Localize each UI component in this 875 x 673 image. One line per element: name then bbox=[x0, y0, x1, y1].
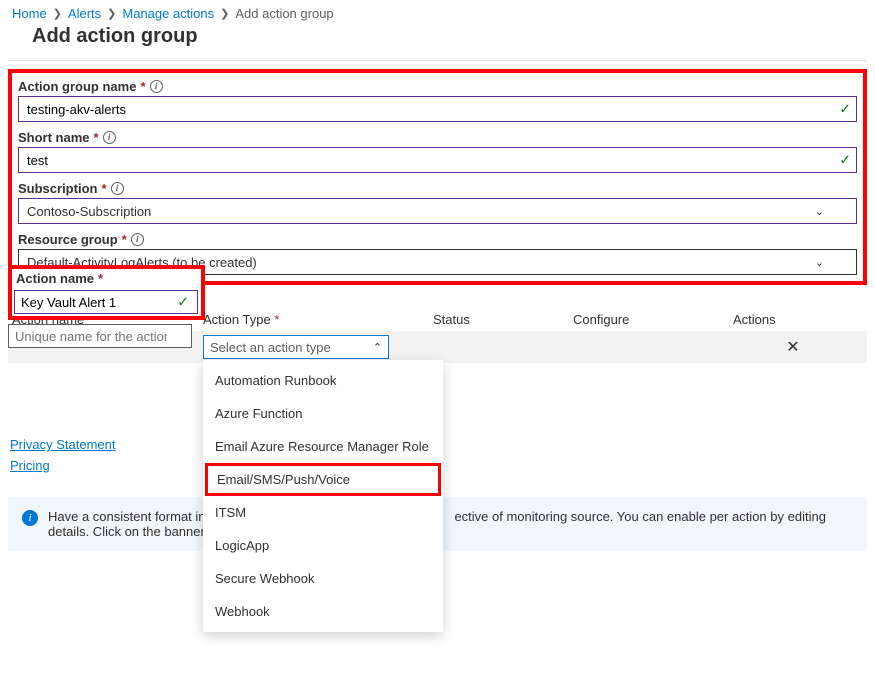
required-asterisk: * bbox=[94, 130, 99, 145]
action-type-dropdown-list: Automation Runbook Azure Function Email … bbox=[203, 360, 443, 632]
col-header-status: Status bbox=[433, 312, 573, 327]
select-action-type-placeholder: Select an action type bbox=[210, 340, 331, 355]
required-asterisk: * bbox=[140, 79, 145, 94]
select-action-type[interactable]: Select an action type ⌃ Automation Runbo… bbox=[203, 335, 389, 359]
highlight-box-fields: Action group name * i ✓ Short name * i ✓ bbox=[8, 69, 867, 285]
chevron-down-icon: ⌄ bbox=[815, 256, 830, 269]
divider bbox=[8, 60, 867, 61]
info-icon[interactable]: i bbox=[103, 131, 116, 144]
dropdown-item-itsm[interactable]: ITSM bbox=[203, 496, 443, 529]
dropdown-item-logicapp[interactable]: LogicApp bbox=[203, 529, 443, 562]
chevron-right-icon: ❯ bbox=[53, 7, 62, 20]
required-asterisk: * bbox=[98, 271, 103, 286]
input-short-name[interactable] bbox=[18, 147, 857, 173]
label-subscription: Subscription bbox=[18, 181, 97, 196]
input-action-name-2[interactable] bbox=[8, 324, 192, 348]
info-icon[interactable]: i bbox=[150, 80, 163, 93]
delete-row-button[interactable]: ✕ bbox=[733, 337, 853, 357]
required-asterisk: * bbox=[101, 181, 106, 196]
page-title: Add action group bbox=[32, 25, 867, 48]
input-action-name-1[interactable] bbox=[14, 290, 198, 314]
breadcrumb-alerts[interactable]: Alerts bbox=[68, 6, 101, 21]
info-icon[interactable]: i bbox=[111, 182, 124, 195]
input-action-group-name[interactable] bbox=[18, 96, 857, 122]
chevron-down-icon: ⌄ bbox=[815, 205, 830, 218]
dropdown-item-automation-runbook[interactable]: Automation Runbook bbox=[203, 364, 443, 397]
dropdown-item-email-sms-push-voice[interactable]: Email/SMS/Push/Voice bbox=[205, 463, 441, 496]
label-action-group-name: Action group name bbox=[18, 79, 136, 94]
dropdown-item-azure-function[interactable]: Azure Function bbox=[203, 397, 443, 430]
breadcrumb-manage-actions[interactable]: Manage actions bbox=[122, 6, 214, 21]
dropdown-item-webhook[interactable]: Webhook bbox=[203, 595, 443, 628]
info-icon: i bbox=[22, 510, 38, 526]
col-header-configure: Configure bbox=[573, 312, 733, 327]
info-icon[interactable]: i bbox=[131, 233, 144, 246]
col-header-action-type: Action Type bbox=[203, 312, 271, 327]
banner-text-left: Have a consistent format in em bbox=[48, 509, 227, 524]
checkmark-icon: ✓ bbox=[177, 294, 189, 311]
checkmark-icon: ✓ bbox=[839, 101, 851, 118]
required-asterisk: * bbox=[274, 312, 279, 327]
label-resource-group: Resource group bbox=[18, 232, 118, 247]
col-header-actions: Actions bbox=[733, 312, 853, 327]
breadcrumb-home[interactable]: Home bbox=[12, 6, 47, 21]
col-header-action-name-highlight: Action name bbox=[16, 271, 94, 286]
label-short-name: Short name bbox=[18, 130, 90, 145]
chevron-right-icon: ❯ bbox=[220, 7, 229, 20]
dropdown-item-secure-webhook[interactable]: Secure Webhook bbox=[203, 562, 443, 595]
select-subscription-value: Contoso-Subscription bbox=[27, 204, 151, 219]
chevron-right-icon: ❯ bbox=[107, 7, 116, 20]
select-subscription[interactable]: Contoso-Subscription ⌄ bbox=[18, 198, 857, 224]
breadcrumb-current: Add action group bbox=[235, 6, 333, 21]
chevron-up-icon: ⌃ bbox=[373, 341, 382, 354]
breadcrumb: Home ❯ Alerts ❯ Manage actions ❯ Add act… bbox=[8, 0, 867, 21]
highlight-box-action-name: Action name * ✓ bbox=[8, 265, 205, 320]
dropdown-item-email-arm-role[interactable]: Email Azure Resource Manager Role bbox=[203, 430, 443, 463]
checkmark-icon: ✓ bbox=[839, 152, 851, 169]
required-asterisk: * bbox=[122, 232, 127, 247]
